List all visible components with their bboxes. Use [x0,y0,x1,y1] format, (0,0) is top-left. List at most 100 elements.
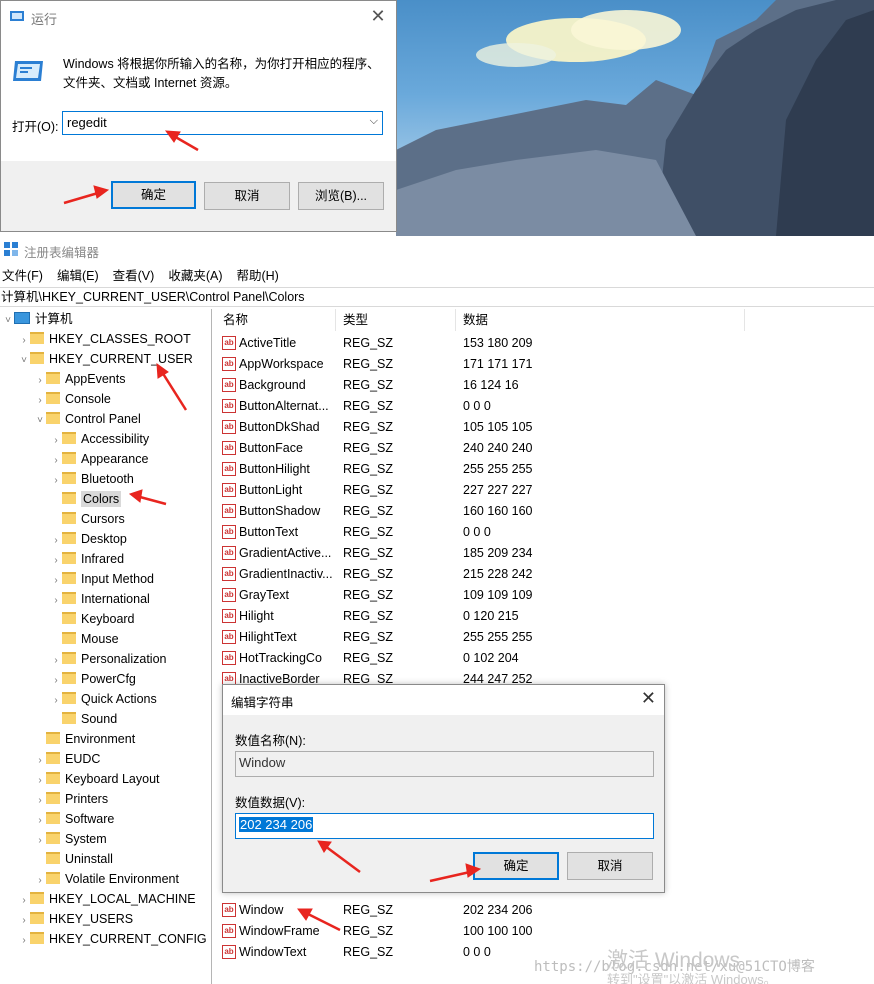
tree-item-uninstall[interactable]: Uninstall [34,849,113,869]
chevron-right-icon[interactable]: › [34,871,46,891]
value-type: REG_SZ [343,546,394,560]
menu-view[interactable]: 查看(V) [111,266,157,286]
tree-item-keyboard[interactable]: Keyboard [50,609,135,629]
close-icon[interactable]: ✕ [641,688,656,709]
run-command-input[interactable]: regedit ⌵ [62,111,383,135]
table-row[interactable]: ab GradientInactiv... REG_SZ 215 228 242 [216,564,816,585]
chevron-right-icon[interactable]: › [50,591,62,611]
chevron-down-icon[interactable]: ˅ [34,411,46,431]
chevron-right-icon[interactable]: › [34,371,46,391]
tree-item-keyboard-layout[interactable]: › Keyboard Layout [34,769,160,789]
table-row[interactable]: ab ButtonDkShad REG_SZ 105 105 105 [216,417,816,438]
tree-item-hkey-current-user[interactable]: ˅ HKEY_CURRENT_USER [18,349,193,369]
table-row[interactable]: ab GrayText REG_SZ 109 109 109 [216,585,816,606]
value-data: 109 109 109 [463,588,533,602]
table-row[interactable]: ab AppWorkspace REG_SZ 171 171 171 [216,354,816,375]
string-value-icon: ab [222,441,236,455]
chevron-down-icon[interactable]: ⌵ [370,115,378,128]
tree-item-control-panel[interactable]: ˅ Control Panel [34,409,141,429]
tree-item-hkey-current-config[interactable]: › HKEY_CURRENT_CONFIG [18,929,207,949]
table-row[interactable]: ab HilightText REG_SZ 255 255 255 [216,627,816,648]
ok-button[interactable]: 确定 [111,181,196,209]
chevron-down-icon[interactable]: ˅ [2,311,14,331]
tree-item-personalization[interactable]: › Personalization [50,649,166,669]
chevron-right-icon[interactable]: › [50,531,62,551]
chevron-right-icon[interactable]: › [34,771,46,791]
table-row[interactable]: ab ButtonShadow REG_SZ 160 160 160 [216,501,816,522]
tree-item-hkey-local-machine[interactable]: › HKEY_LOCAL_MACHINE [18,889,196,909]
tree-item-appearance[interactable]: › Appearance [50,449,148,469]
tree-item-infrared[interactable]: › Infrared [50,549,124,569]
chevron-right-icon[interactable]: › [18,891,30,911]
registry-tree: ˅ 计算机 › HKEY_CLASSES_ROOT ˅ HKEY_CURRENT_US… [0,309,212,984]
address-bar[interactable]: 计算机\HKEY_CURRENT_USER\Control Panel\Colo… [0,287,874,307]
tree-item-cursors[interactable]: Cursors [50,509,125,529]
tree-item-quick-actions[interactable]: › Quick Actions [50,689,157,709]
menu-help[interactable]: 帮助(H) [234,266,280,286]
chevron-right-icon[interactable]: › [50,471,62,491]
column-header-type[interactable]: 类型 [336,309,456,331]
tree-item-eudc[interactable]: › EUDC [34,749,100,769]
cancel-button[interactable]: 取消 [567,852,653,880]
tree-item-colors[interactable]: Colors [50,489,122,509]
menu-favorites[interactable]: 收藏夹(A) [166,266,224,286]
tree-item-computer[interactable]: ˅ 计算机 [2,309,73,329]
chevron-right-icon[interactable]: › [34,751,46,771]
tree-item-hkey-users[interactable]: › HKEY_USERS [18,909,133,929]
chevron-right-icon[interactable]: › [34,831,46,851]
table-row[interactable]: ab ButtonFace REG_SZ 240 240 240 [216,438,816,459]
chevron-right-icon[interactable]: › [50,551,62,571]
chevron-right-icon[interactable]: › [34,391,46,411]
close-icon[interactable]: ✕ [368,5,388,27]
chevron-right-icon[interactable]: › [50,691,62,711]
tree-item-powercfg[interactable]: › PowerCfg [50,669,136,689]
chevron-right-icon[interactable]: › [34,791,46,811]
tree-item-volatile-environment[interactable]: › Volatile Environment [34,869,179,889]
table-row[interactable]: ab ButtonHilight REG_SZ 255 255 255 [216,459,816,480]
chevron-right-icon[interactable]: › [50,671,62,691]
column-header-data[interactable]: 数据 [456,309,745,331]
column-header-name[interactable]: 名称 [216,309,336,331]
table-row[interactable]: ab WindowFrame REG_SZ 100 100 100 [216,921,816,942]
chevron-right-icon[interactable]: › [50,451,62,471]
value-data-field[interactable]: 202 234 206 [235,813,654,839]
tree-item-software[interactable]: › Software [34,809,114,829]
table-row[interactable]: ab ButtonText REG_SZ 0 0 0 [216,522,816,543]
chevron-right-icon[interactable]: › [18,931,30,951]
table-row[interactable]: ab ActiveTitle REG_SZ 153 180 209 [216,333,816,354]
tree-item-system[interactable]: › System [34,829,107,849]
menu-file[interactable]: 文件(F) [0,266,45,286]
table-row[interactable]: ab Hilight REG_SZ 0 120 215 [216,606,816,627]
value-data: 240 240 240 [463,441,533,455]
cancel-button[interactable]: 取消 [204,182,290,210]
chevron-down-icon[interactable]: ˅ [18,351,30,371]
tree-item-appevents[interactable]: › AppEvents [34,369,125,389]
table-row[interactable]: ab GradientActive... REG_SZ 185 209 234 [216,543,816,564]
tree-item-printers[interactable]: › Printers [34,789,108,809]
tree-item-input-method[interactable]: › Input Method [50,569,154,589]
chevron-right-icon[interactable]: › [18,331,30,351]
menu-edit[interactable]: 编辑(E) [55,266,101,286]
tree-item-environment[interactable]: Environment [34,729,135,749]
chevron-right-icon[interactable]: › [50,571,62,591]
tree-item-mouse[interactable]: Mouse [50,629,119,649]
chevron-right-icon[interactable]: › [50,651,62,671]
chevron-right-icon[interactable]: › [50,431,62,451]
value-data: 0 0 0 [463,945,491,959]
tree-item-accessibility[interactable]: › Accessibility [50,429,149,449]
tree-item-desktop[interactable]: › Desktop [50,529,127,549]
chevron-right-icon[interactable]: › [34,811,46,831]
browse-button[interactable]: 浏览(B)... [298,182,384,210]
table-row[interactable]: ab Background REG_SZ 16 124 16 [216,375,816,396]
tree-item-console[interactable]: › Console [34,389,111,409]
chevron-right-icon[interactable]: › [18,911,30,931]
ok-button[interactable]: 确定 [473,852,559,880]
tree-item-bluetooth[interactable]: › Bluetooth [50,469,134,489]
table-row[interactable]: ab Window REG_SZ 202 234 206 [216,900,816,921]
tree-item-international[interactable]: › International [50,589,150,609]
tree-item-hkey-classes-root[interactable]: › HKEY_CLASSES_ROOT [18,329,191,349]
table-row[interactable]: ab HotTrackingCo REG_SZ 0 102 204 [216,648,816,669]
tree-item-sound[interactable]: Sound [50,709,117,729]
table-row[interactable]: ab ButtonAlternat... REG_SZ 0 0 0 [216,396,816,417]
table-row[interactable]: ab ButtonLight REG_SZ 227 227 227 [216,480,816,501]
